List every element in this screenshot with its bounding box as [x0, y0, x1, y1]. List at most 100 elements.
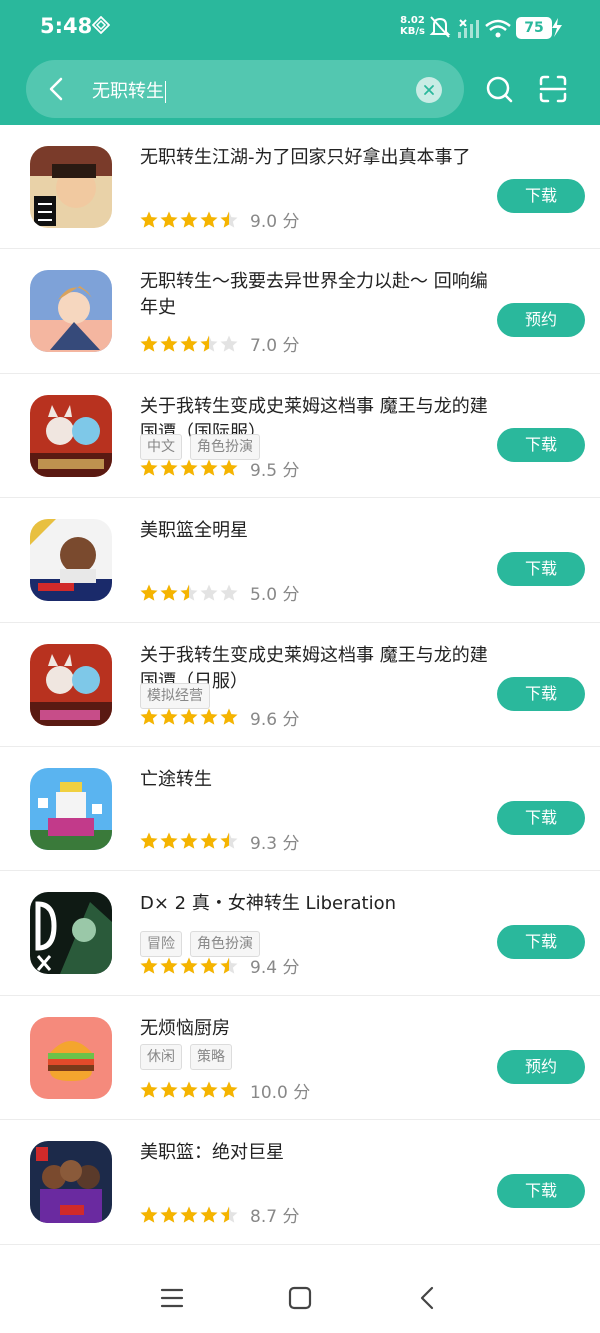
- rating-score: 9.4 分: [250, 958, 300, 979]
- result-row[interactable]: 亡途转生 9.3 分 下载: [0, 747, 600, 872]
- star-icon: [160, 584, 178, 601]
- star-icon: [160, 1206, 178, 1223]
- star-icon: [160, 335, 178, 352]
- basketball-allstar-icon[interactable]: [30, 519, 112, 602]
- download-button[interactable]: 下载: [497, 179, 585, 213]
- download-button[interactable]: 下载: [497, 925, 585, 960]
- star-icon: [140, 708, 158, 725]
- result-row[interactable]: 关于我转生变成史莱姆这档事 魔王与龙的建国谭（日服） 模拟经营 9.6 分下载: [0, 623, 600, 747]
- anime-hero-icon[interactable]: [30, 270, 112, 353]
- search-icon[interactable]: [484, 74, 514, 104]
- star-icon: [220, 335, 238, 352]
- app-title[interactable]: 美职篮：绝对巨星: [140, 1140, 488, 1166]
- search-results-list: 无职转生江湖-为了回家只好拿出真本事了 9.0 分下载 无职转生～我要去异世界全力以…: [0, 125, 600, 1245]
- search-query: 无职转生: [92, 81, 164, 102]
- star-rating: [140, 1081, 238, 1098]
- result-row[interactable]: 美职篮：绝对巨星 8.7 分 下载: [0, 1120, 600, 1245]
- menu-icon[interactable]: [158, 1284, 186, 1312]
- result-row[interactable]: 美职篮全明星 5.0 分 下载: [0, 498, 600, 623]
- rating-score: 9.6 分: [250, 709, 300, 730]
- star-icon: [160, 211, 178, 228]
- result-row[interactable]: D× 2 真・女神转生 Liberation 冒险 角色扮演 9.4 分下载: [0, 871, 600, 996]
- rating: 9.3 分: [140, 829, 300, 854]
- rating-score: 8.7 分: [250, 1207, 300, 1228]
- signal-icon: [458, 19, 479, 38]
- category-tag: 休闲: [140, 1043, 182, 1070]
- rating: 5.0 分: [140, 580, 299, 605]
- star-icon: [200, 832, 218, 850]
- app-title[interactable]: 无职转生江湖-为了回家只好拿出真本事了: [140, 145, 488, 171]
- download-button[interactable]: 下载: [497, 552, 585, 587]
- star-icon: [160, 708, 178, 725]
- rating-score: 9.5 分: [250, 460, 300, 481]
- star-icon: [200, 1081, 218, 1098]
- pixel-king-icon[interactable]: [30, 767, 112, 850]
- star-icon: [140, 832, 158, 850]
- star-icon: [180, 584, 198, 601]
- scan-icon[interactable]: [538, 74, 568, 104]
- slime-anime-jp-icon[interactable]: [30, 643, 112, 726]
- star-icon: [220, 832, 238, 850]
- star-icon: [140, 1081, 158, 1098]
- star-icon: [200, 708, 218, 725]
- app-title[interactable]: 亡途转生: [140, 767, 488, 793]
- star-icon: [140, 211, 158, 228]
- reserve-button[interactable]: 预约: [497, 1049, 585, 1084]
- star-icon: [180, 957, 198, 974]
- clear-search-icon[interactable]: [416, 77, 442, 103]
- wifi-icon: [485, 19, 511, 38]
- burger-icon[interactable]: [30, 1016, 112, 1099]
- download-button[interactable]: 下载: [497, 800, 585, 835]
- star-icon: [220, 459, 238, 476]
- download-button[interactable]: 下载: [497, 427, 585, 462]
- rating: 9.0 分: [140, 207, 299, 232]
- star-icon: [160, 832, 178, 850]
- category-tag: 策略: [190, 1043, 232, 1070]
- charging-icon: [552, 18, 562, 37]
- star-icon: [220, 1206, 238, 1223]
- ronin-warrior-icon[interactable]: [30, 146, 112, 228]
- star-icon: [180, 335, 198, 352]
- star-icon: [200, 957, 218, 974]
- star-icon: [140, 957, 158, 974]
- star-icon: [200, 459, 218, 476]
- app-title[interactable]: D× 2 真・女神转生 Liberation: [140, 891, 488, 917]
- search-input[interactable]: 无职转生: [92, 77, 166, 103]
- tag-list: 休闲 策略: [140, 1043, 240, 1070]
- star-icon: [220, 1081, 238, 1098]
- star-icon: [180, 1081, 198, 1098]
- dx2-icon[interactable]: [30, 892, 112, 975]
- star-icon: [200, 584, 218, 601]
- star-icon: [180, 211, 198, 228]
- back-icon[interactable]: [414, 1284, 442, 1312]
- result-row[interactable]: 无烦恼厨房 休闲 策略 10.0 分 预约: [0, 996, 600, 1121]
- text-caret: [165, 81, 166, 103]
- star-icon: [200, 1206, 218, 1223]
- star-icon: [180, 832, 198, 850]
- basketball-superstar-icon[interactable]: [30, 1141, 112, 1224]
- home-icon[interactable]: [286, 1284, 314, 1312]
- rating-score: 9.3 分: [250, 833, 300, 854]
- result-row[interactable]: 无职转生江湖-为了回家只好拿出真本事了 9.0 分 下载: [0, 125, 600, 250]
- result-row[interactable]: 无职转生～我要去异世界全力以赴～ 回响编年史 7.0 分 预约: [0, 249, 600, 374]
- app-title[interactable]: 无职转生～我要去异世界全力以赴～ 回响编年史: [140, 269, 488, 321]
- star-icon: [140, 335, 158, 352]
- search-bar: 无职转生: [26, 60, 464, 118]
- reserve-button[interactable]: 预约: [497, 303, 585, 338]
- star-rating: [140, 335, 238, 352]
- rating-score: 7.0 分: [250, 336, 300, 357]
- slime-anime-icon[interactable]: [30, 394, 112, 477]
- back-arrow-icon[interactable]: [44, 76, 70, 102]
- star-rating: [140, 708, 238, 725]
- star-icon: [200, 335, 218, 352]
- result-row[interactable]: 关于我转生变成史莱姆这档事 魔王与龙的建国谭（国际服） 中文 角色扮演 9.5 分下载: [0, 374, 600, 499]
- download-button[interactable]: 下载: [497, 1174, 585, 1209]
- download-button[interactable]: 下载: [497, 676, 585, 711]
- app-title[interactable]: 无烦恼厨房: [140, 1016, 488, 1042]
- notification-diamond-icon: [92, 16, 110, 34]
- star-rating: [140, 459, 238, 476]
- star-icon: [220, 211, 238, 228]
- rating: 9.6 分: [140, 705, 300, 730]
- app-title[interactable]: 美职篮全明星: [140, 518, 488, 544]
- status-time: 5:48: [40, 14, 93, 38]
